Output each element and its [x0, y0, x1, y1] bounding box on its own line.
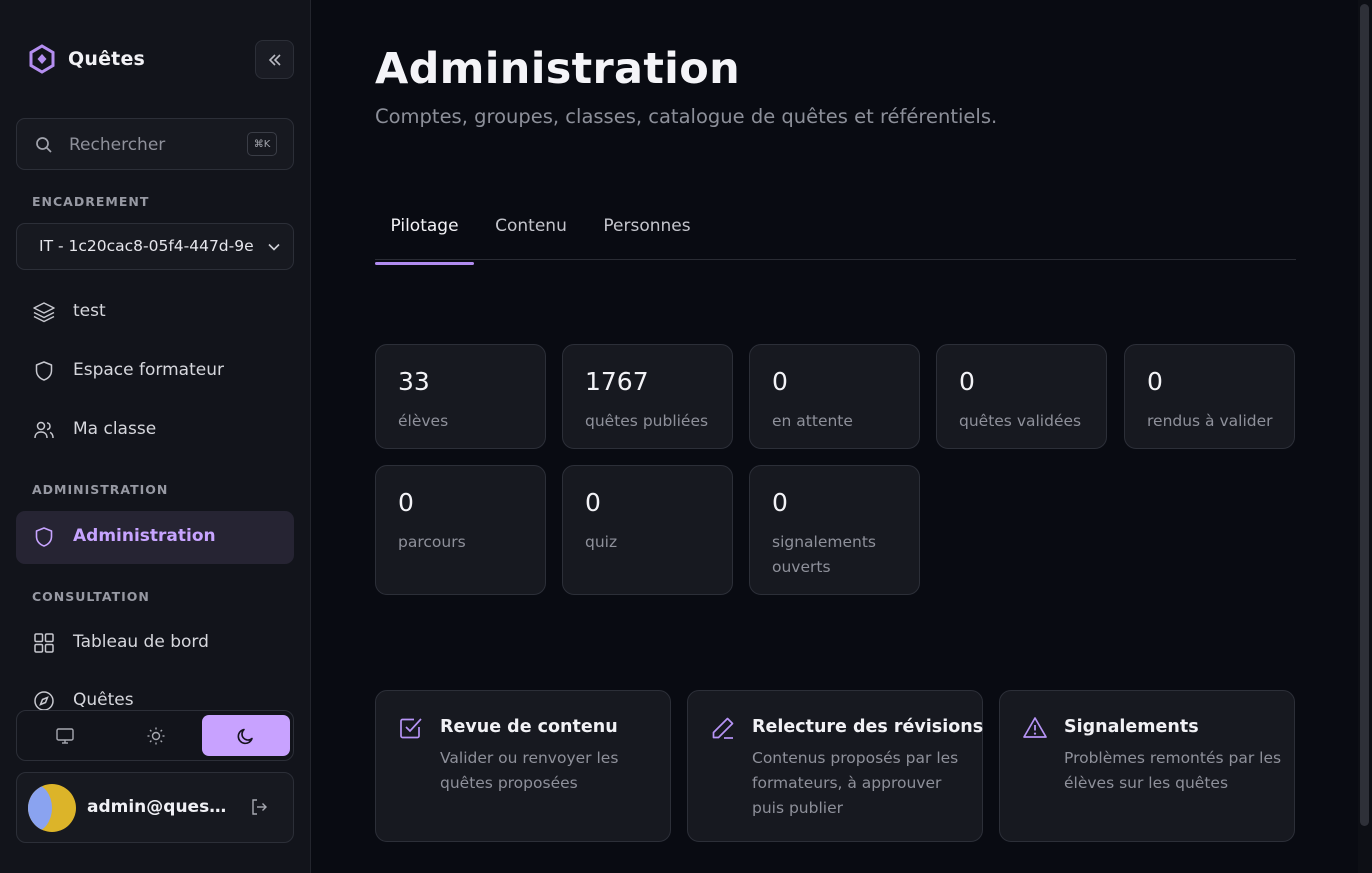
group-select-value: IT - 1c20cac8-05f4-447d-9e	[39, 237, 254, 255]
check-square-icon	[400, 718, 422, 739]
stat-value: 0	[772, 488, 788, 517]
theme-system-button[interactable]	[21, 715, 109, 756]
chevron-down-icon	[268, 243, 280, 251]
stat-value: 0	[959, 367, 975, 396]
stat-card-rendus-a-valider[interactable]: 0 rendus à valider	[1124, 344, 1295, 449]
main-content: Administration Comptes, groupes, classes…	[312, 0, 1372, 873]
stat-value: 33	[398, 367, 430, 396]
section-label-consultation: CONSULTATION	[32, 589, 150, 604]
moon-icon	[237, 728, 253, 744]
logout-icon	[252, 799, 267, 815]
tab-label: Contenu	[495, 216, 567, 236]
page-title: Administration	[375, 44, 740, 94]
action-title: Revue de contenu	[440, 717, 618, 737]
action-card-relecture-des-revisions[interactable]: Relecture des révisions Contenus proposé…	[687, 690, 983, 842]
shield-icon	[35, 361, 53, 381]
theme-switcher	[16, 710, 294, 761]
stat-value: 0	[772, 367, 788, 396]
stat-label: parcours	[398, 533, 466, 551]
action-title: Relecture des révisions	[752, 717, 984, 737]
users-icon	[34, 421, 54, 439]
stat-label: quêtes publiées	[585, 412, 709, 430]
stat-label: en attente	[772, 412, 853, 430]
warning-triangle-icon	[1023, 717, 1047, 738]
active-tab-indicator	[375, 262, 474, 265]
scrollbar-thumb[interactable]	[1360, 4, 1369, 826]
page-scrollbar[interactable]	[1358, 0, 1372, 873]
stat-value: 0	[585, 488, 601, 517]
tab-pilotage[interactable]: Pilotage	[375, 216, 474, 265]
action-card-signalements[interactable]: Signalements Problèmes remontés par les …	[999, 690, 1295, 842]
shield-icon	[35, 527, 53, 547]
sidebar-item-test[interactable]: test	[16, 286, 294, 339]
stat-label: quiz	[585, 533, 618, 551]
stat-value: 0	[398, 488, 414, 517]
sidebar-item-administration[interactable]: Administration	[16, 511, 294, 564]
section-label-encadrement: ENCADREMENT	[32, 194, 150, 209]
search-shortcut-badge: ⌘K	[247, 132, 277, 156]
tab-contenu[interactable]: Contenu	[487, 216, 575, 259]
sidebar-item-label: test	[73, 301, 106, 321]
page-subtitle: Comptes, groupes, classes, catalogue de …	[375, 105, 998, 128]
stat-card-signalements-ouverts[interactable]: 0 signalements ouverts	[749, 465, 920, 595]
stat-card-parcours[interactable]: 0 parcours	[375, 465, 546, 595]
theme-light-button[interactable]	[112, 715, 200, 756]
sidebar-item-ma-classe[interactable]: Ma classe	[16, 404, 294, 457]
pencil-icon	[712, 717, 734, 739]
tab-label: Personnes	[603, 216, 691, 236]
stat-card-quetes-validees[interactable]: 0 quêtes validées	[936, 344, 1107, 449]
tab-label: Pilotage	[390, 216, 459, 236]
app-name: Quêtes	[68, 48, 146, 70]
grid-icon	[34, 633, 54, 653]
sidebar-item-tableau-de-bord[interactable]: Tableau de bord	[16, 617, 294, 670]
section-label-administration: ADMINISTRATION	[32, 482, 169, 497]
theme-dark-button[interactable]	[202, 715, 290, 756]
stat-value: 1767	[585, 367, 649, 396]
brand[interactable]: Quêtes	[28, 44, 145, 74]
action-card-revue-de-contenu[interactable]: Revue de contenu Valider ou renvoyer les…	[375, 690, 671, 842]
sidebar-item-label: Espace formateur	[73, 360, 224, 380]
monitor-icon	[56, 727, 74, 744]
hexagon-logo-icon	[29, 44, 55, 74]
layers-icon	[33, 302, 55, 323]
search-input[interactable]	[69, 133, 239, 157]
search-icon	[36, 137, 52, 153]
logout-button[interactable]	[249, 797, 269, 821]
user-email: admin@quest-...	[87, 797, 227, 817]
sidebar-item-label: Ma classe	[73, 419, 157, 439]
tab-personnes[interactable]: Personnes	[594, 216, 700, 259]
sidebar: Quêtes ⌘K ENCADREMENT IT - 1c20cac8-05f4…	[0, 0, 311, 873]
stat-card-quiz[interactable]: 0 quiz	[562, 465, 733, 595]
group-select[interactable]: IT - 1c20cac8-05f4-447d-9e	[16, 223, 294, 270]
stat-label: quêtes validées	[959, 412, 1082, 430]
action-title: Signalements	[1064, 717, 1199, 737]
stat-label: élèves	[398, 412, 449, 430]
avatar-shape	[28, 784, 52, 832]
stat-card-en-attente[interactable]: 0 en attente	[749, 344, 920, 449]
tab-bar: Pilotage Contenu Personnes	[375, 210, 1296, 265]
action-description: Problèmes remontés par les élèves sur le…	[1064, 749, 1282, 792]
stat-label: rendus à valider	[1147, 412, 1273, 430]
search-box[interactable]: ⌘K	[16, 118, 294, 170]
user-card: admin@quest-...	[16, 772, 294, 843]
action-description: Valider ou renvoyer les quêtes proposées	[440, 749, 619, 792]
sidebar-item-label: Tableau de bord	[73, 632, 209, 652]
collapse-sidebar-button[interactable]	[255, 40, 294, 79]
stat-label: signalements ouverts	[772, 533, 876, 576]
sidebar-item-label: Administration	[73, 526, 216, 546]
stat-value: 0	[1147, 367, 1163, 396]
sidebar-item-espace-formateur[interactable]: Espace formateur	[16, 345, 294, 398]
sun-icon	[147, 727, 165, 744]
chevrons-left-icon	[268, 53, 281, 66]
stat-card-quetes-publiees[interactable]: 1767 quêtes publiées	[562, 344, 733, 449]
stat-card-eleves[interactable]: 33 élèves	[375, 344, 546, 449]
avatar[interactable]	[28, 784, 76, 832]
action-description: Contenus proposés par les formateurs, à …	[752, 749, 959, 817]
sidebar-item-label: Quêtes	[73, 690, 134, 710]
